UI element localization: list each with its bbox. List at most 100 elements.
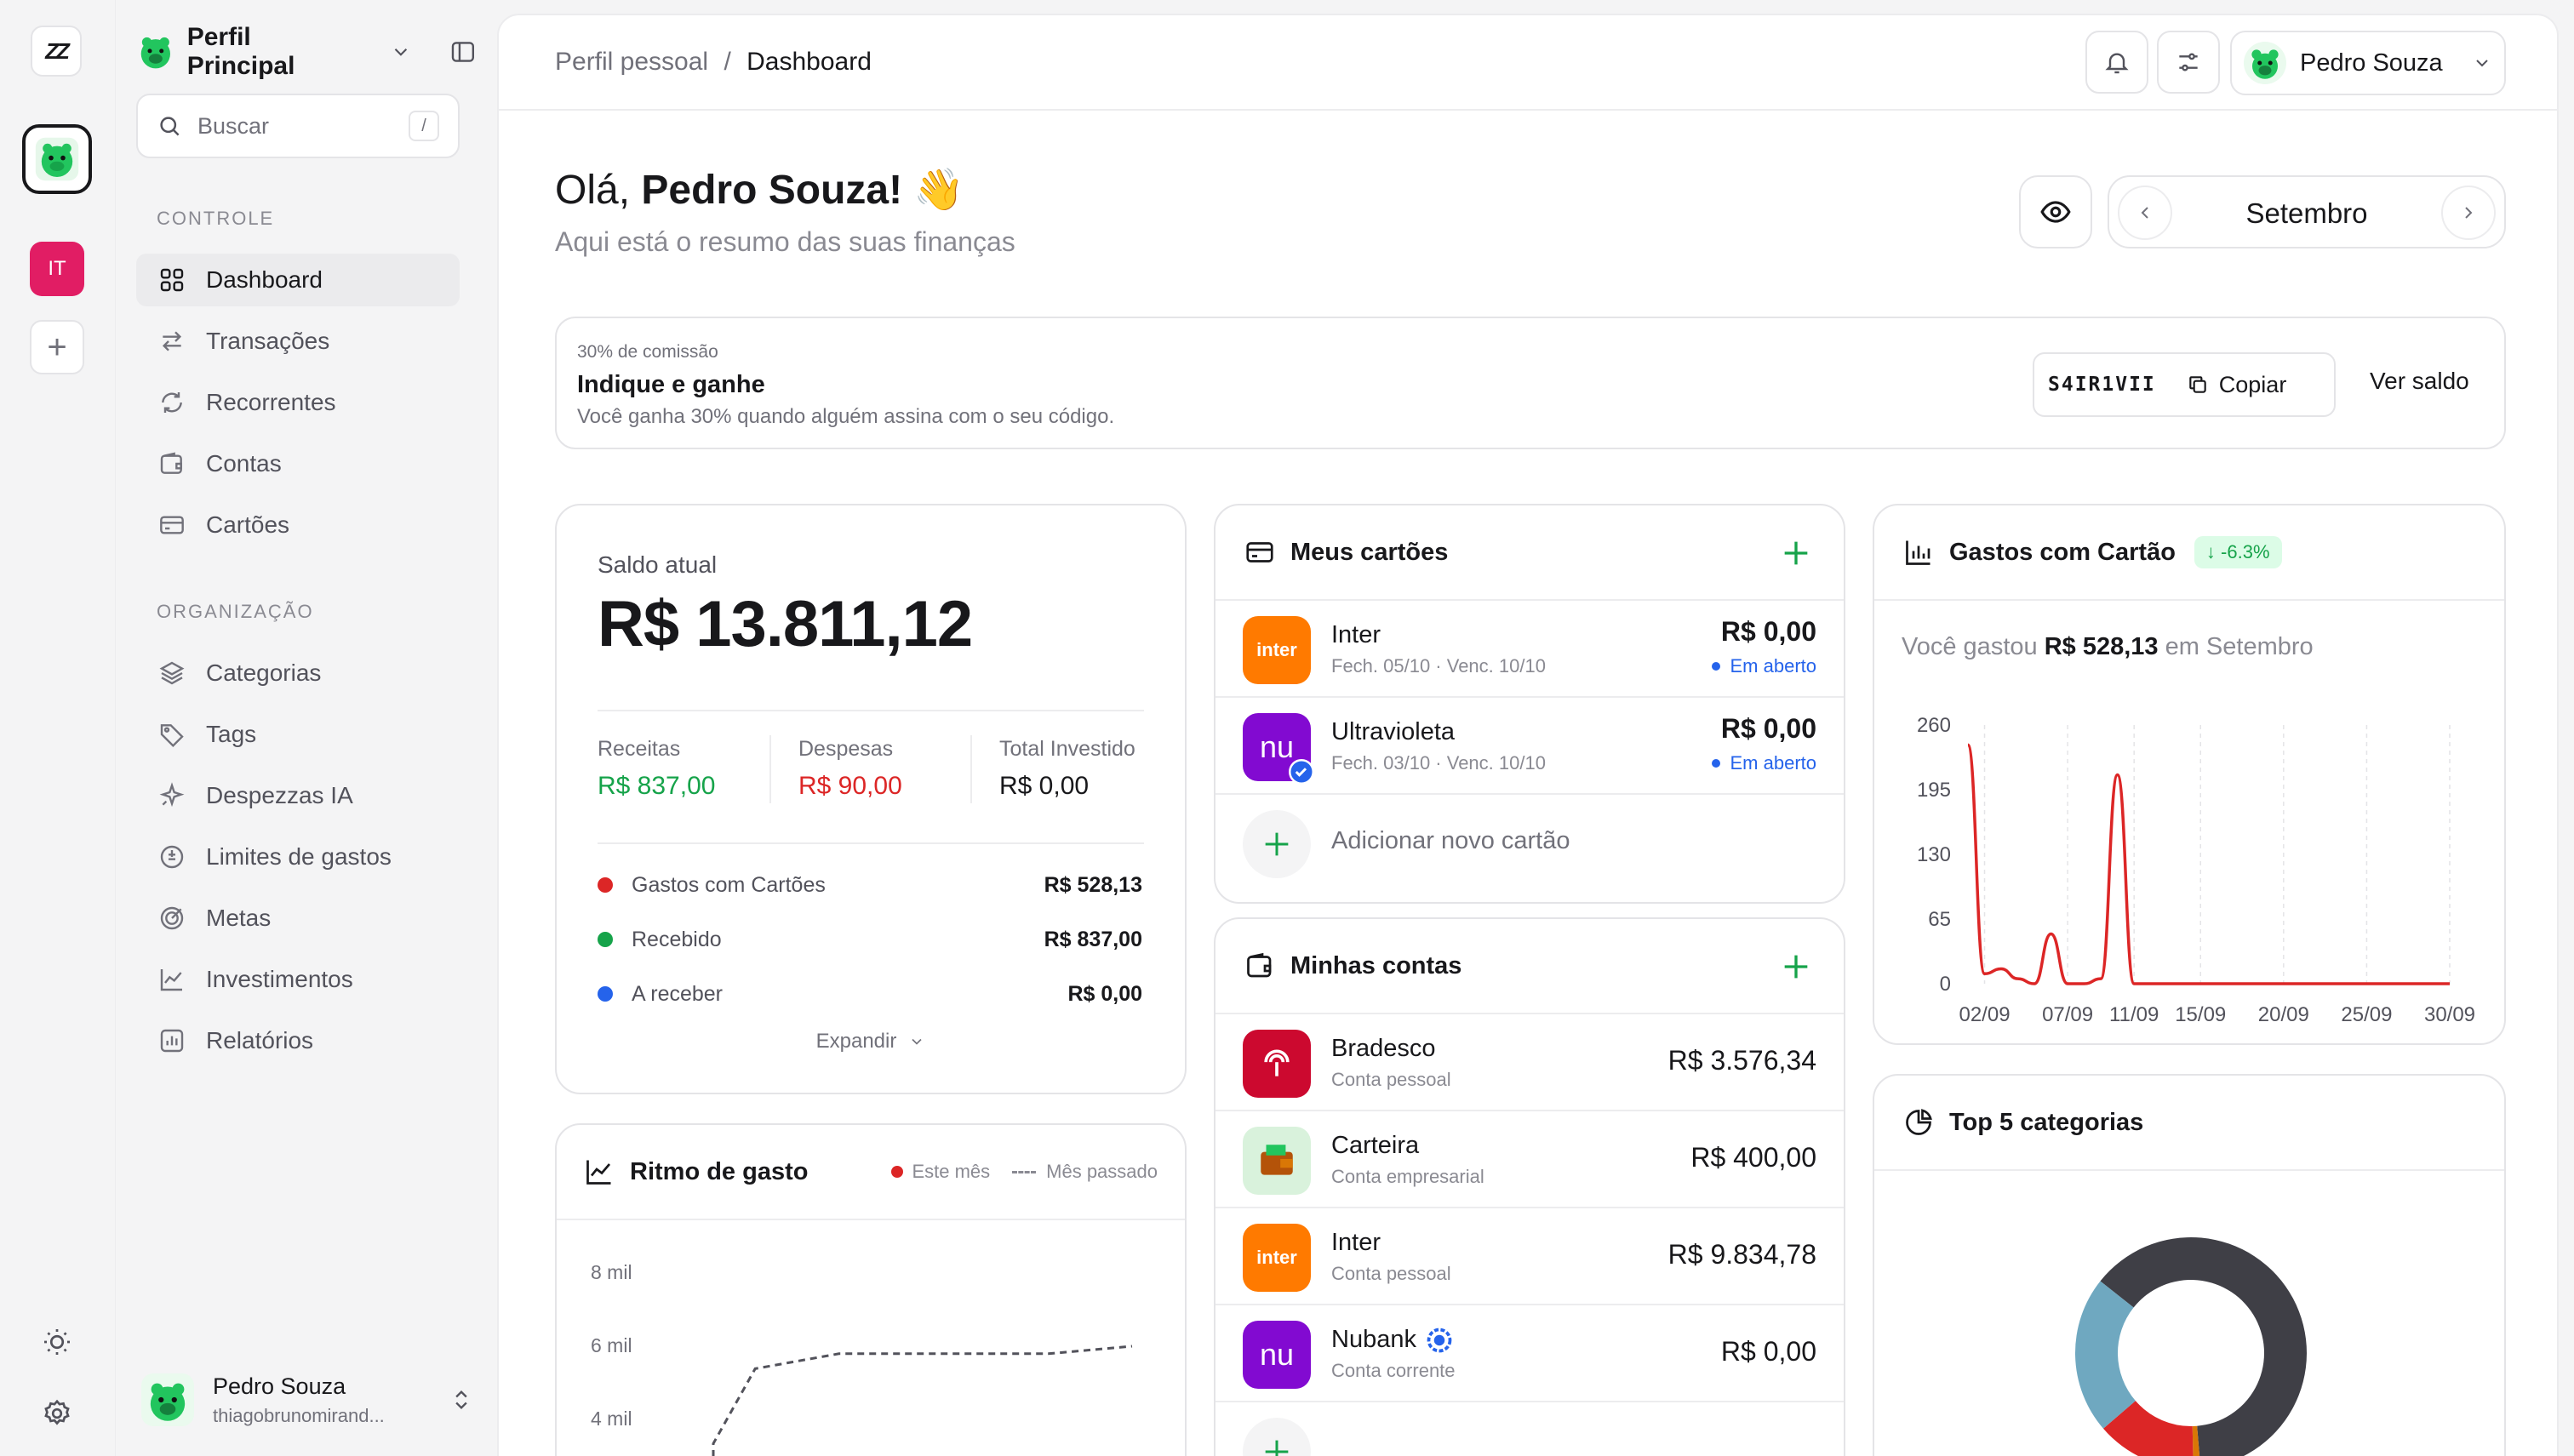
account-balance: R$ 400,00	[1690, 1142, 1816, 1173]
legend-value: R$ 528,13	[1044, 872, 1142, 897]
referral-code-box: S4IR1VII Copiar	[2033, 352, 2336, 417]
donut-slice-3[interactable]	[2075, 1281, 2136, 1429]
chevron-down-icon	[2476, 60, 2488, 67]
greeting-hello: Olá,	[555, 168, 631, 213]
stat-label: Receitas	[598, 737, 681, 761]
add-account-plus-icon[interactable]	[1779, 950, 1813, 984]
sidebar-item-cartoes[interactable]: Cartões	[136, 499, 460, 551]
account-row-inter[interactable]: inter Inter Conta pessoal R$ 9.834,78	[1216, 1208, 1844, 1305]
wave-emoji: 👋	[913, 168, 965, 213]
sidebar-item-tags[interactable]: Tags	[136, 708, 460, 761]
search-input[interactable]: Buscar /	[136, 94, 460, 158]
y-tick-label: 0	[1940, 973, 1951, 996]
account-type: Conta empresarial	[1331, 1166, 1484, 1187]
chevron-right-icon	[2465, 207, 2473, 219]
sidebar-item-categorias[interactable]: Categorias	[136, 647, 460, 699]
categories-donut-chart	[2075, 1237, 2307, 1456]
section-controle-label: CONTROLE	[157, 208, 275, 229]
breadcrumb-parent[interactable]: Perfil pessoal	[555, 48, 708, 76]
sidebar-item-label: Transações	[206, 328, 330, 354]
stat-total-investido: Total Investido R$ 0,00	[999, 737, 1135, 801]
profile-avatar-icon	[140, 37, 170, 69]
x-tick-label: 20/09	[2258, 1003, 2309, 1026]
copy-code-button[interactable]: Copiar	[2187, 372, 2286, 398]
y-tick-label: 65	[1928, 908, 1951, 931]
card-name: Inter	[1331, 621, 1381, 648]
sidebar-item-dashboard[interactable]: Dashboard	[136, 254, 460, 306]
accounts-header: Minhas contas	[1216, 919, 1844, 1014]
my-accounts-card: Minhas contas Bradesco Conta pessoal R$ …	[1214, 917, 1845, 1456]
sidebar-toggle-icon[interactable]	[449, 38, 477, 66]
search-icon	[160, 117, 180, 136]
add-account-button[interactable]	[1216, 1402, 1844, 1456]
sidebar-item-investimentos[interactable]: Investimentos	[136, 953, 460, 1006]
balance-amount: R$ 13.811,12	[598, 588, 973, 660]
cards-header: Meus cartões	[1216, 505, 1844, 601]
balance-label: Saldo atual	[598, 551, 718, 578]
add-card-plus-icon[interactable]	[1779, 536, 1813, 570]
sparkle-icon	[157, 780, 187, 811]
user-menu[interactable]: Pedro Souza	[2230, 31, 2506, 95]
x-tick-label: 25/09	[2341, 1003, 2392, 1026]
bell-icon	[2105, 53, 2129, 74]
sidebar-item-metas[interactable]: Metas	[136, 892, 460, 945]
grid-icon	[157, 265, 187, 295]
account-row-bradesco[interactable]: Bradesco Conta pessoal R$ 3.576,34	[1216, 1014, 1844, 1111]
topbar: Perfil pessoal / Dashboard Pedro Souza	[499, 15, 2557, 111]
sidebar: Perfil Principal Buscar / CONTROLE Dashb…	[116, 0, 497, 1456]
profile-switcher[interactable]: Perfil Principal	[136, 22, 477, 82]
workspace-personal[interactable]	[22, 124, 92, 194]
account-row-nubank[interactable]: nu Nubank Conta corrente R$ 0,00	[1216, 1305, 1844, 1402]
view-balance-link[interactable]: Ver saldo	[2370, 368, 2469, 395]
breadcrumb-separator: /	[724, 48, 731, 76]
card-spending-chart: 0 65 130 195 260 02/09 07/09 11/09 15/09 20/09 25/…	[1917, 714, 2475, 1026]
card-meta: Fech. 03/10 · Venc. 10/10	[1331, 752, 1546, 774]
sidebar-item-transacoes[interactable]: Transações	[136, 315, 460, 368]
sidebar-item-relatorios[interactable]: Relatórios	[136, 1014, 460, 1067]
y-tick-label: 195	[1917, 779, 1951, 802]
add-card-button[interactable]: Adicionar novo cartão	[1216, 795, 1844, 892]
greeting-name: Pedro Souza!	[641, 168, 903, 213]
expand-button[interactable]: Expandir	[557, 1030, 1185, 1053]
theme-toggle-icon[interactable]	[37, 1322, 77, 1362]
main-panel: Perfil pessoal / Dashboard Pedro Souza O…	[497, 14, 2559, 1456]
filters-button[interactable]	[2157, 31, 2220, 94]
legend-value: R$ 837,00	[1044, 927, 1142, 951]
wallet-cash-icon	[1243, 1127, 1311, 1195]
app-logo[interactable]: ZZ	[31, 26, 82, 77]
settings-gear-icon[interactable]	[37, 1394, 77, 1433]
workspace-it[interactable]: IT	[30, 242, 84, 296]
sidebar-item-limites[interactable]: Limites de gastos	[136, 831, 460, 883]
next-month-button[interactable]	[2441, 186, 2496, 240]
profile-name: Perfil Principal	[186, 23, 295, 80]
chevron-down-icon	[395, 49, 408, 56]
sidebar-item-contas[interactable]: Contas	[136, 437, 460, 490]
pace-chart	[712, 1345, 1133, 1456]
account-type: Conta corrente	[1331, 1360, 1456, 1381]
sidebar-item-recorrentes[interactable]: Recorrentes	[136, 376, 460, 429]
my-cards-card: Meus cartões inter Inter Fech. 05/10 · V…	[1214, 504, 1845, 904]
add-card-label: Adicionar novo cartão	[1331, 827, 1570, 854]
card-row-ultravioleta[interactable]: nu Ultravioleta Fech. 03/10 · Venc. 10/1…	[1216, 698, 1844, 795]
card-value: R$ 0,00	[1720, 616, 1816, 647]
verified-badge-icon	[1289, 759, 1314, 785]
notifications-button[interactable]	[2085, 31, 2148, 94]
sidebar-user-name: Pedro Souza	[213, 1373, 346, 1399]
toggle-visibility-button[interactable]	[2019, 175, 2092, 248]
target-icon	[157, 903, 187, 934]
sidebar-item-label: Cartões	[206, 511, 290, 538]
sidebar-item-label: Recorrentes	[206, 389, 336, 415]
sidebar-item-despezzas-ia[interactable]: Despezzas IA	[136, 769, 460, 822]
greeting-subtitle: Aqui está o resumo das suas finanças	[555, 226, 1015, 257]
sidebar-user-menu[interactable]: Pedro Souza thiagobrunomirand...	[141, 1362, 473, 1438]
add-workspace-button[interactable]: +	[30, 320, 84, 374]
sidebar-item-label: Metas	[206, 905, 272, 931]
bradesco-icon	[1243, 1030, 1311, 1098]
divider	[769, 735, 771, 803]
account-name: Inter	[1331, 1229, 1381, 1256]
legend-dot	[598, 986, 613, 1002]
card-row-inter[interactable]: inter Inter Fech. 05/10 · Venc. 10/10 R$…	[1216, 601, 1844, 698]
report-icon	[157, 1025, 187, 1056]
legend-dot	[598, 877, 613, 893]
account-row-carteira[interactable]: Carteira Conta empresarial R$ 400,00	[1216, 1111, 1844, 1208]
